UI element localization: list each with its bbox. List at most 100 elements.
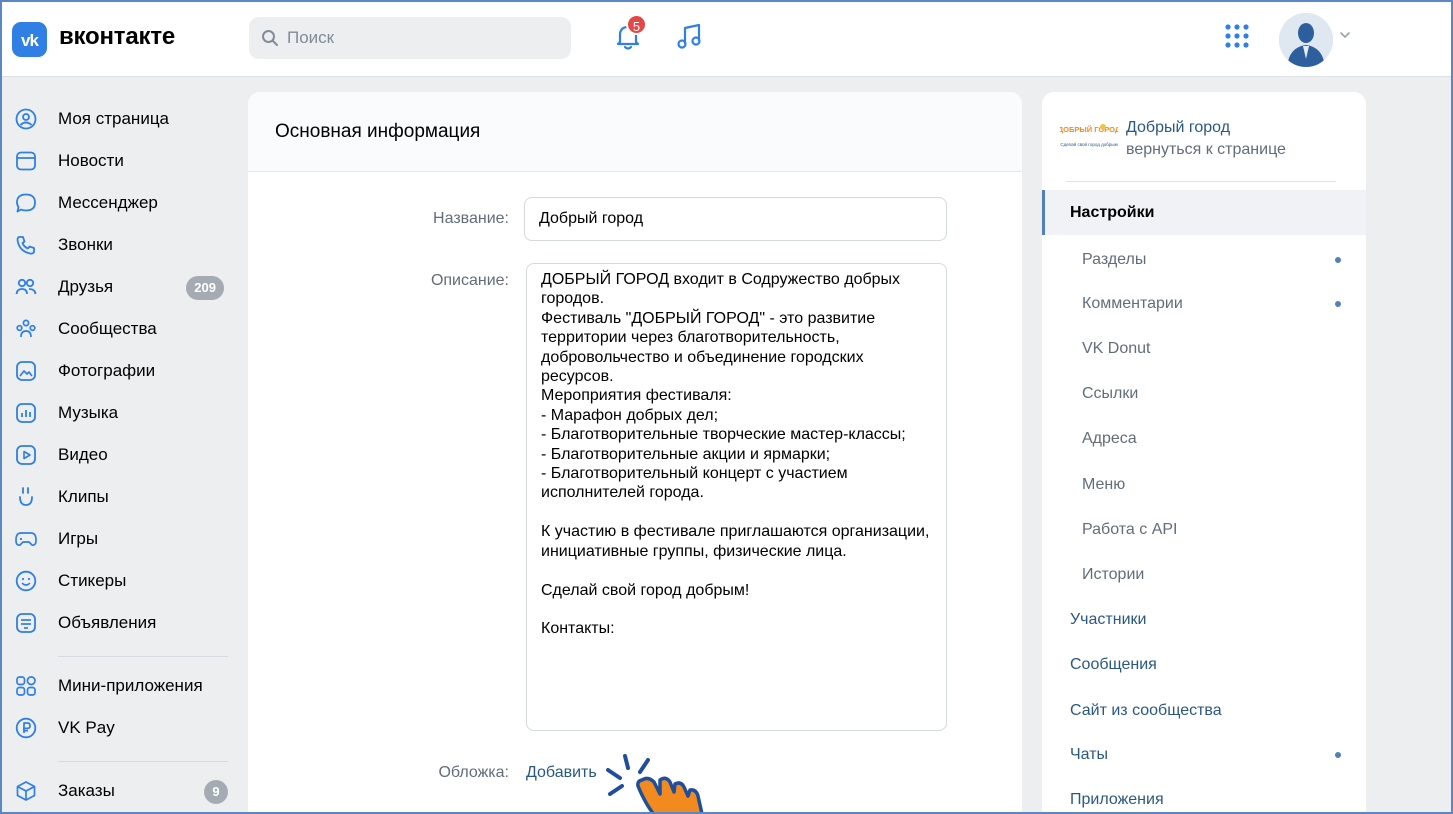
- user-avatar-icon: [1279, 13, 1333, 67]
- sticker-icon: [14, 569, 38, 593]
- settings-menu-item[interactable]: Истории: [1042, 552, 1366, 597]
- chevron-down-icon[interactable]: [1339, 30, 1351, 40]
- settings-menu-item[interactable]: Участники: [1042, 597, 1366, 642]
- sidebar-item-label: Звонки: [58, 235, 113, 254]
- sidebar-item-photos[interactable]: Фотографии: [14, 350, 234, 392]
- sidebar-item-clips[interactable]: Клипы: [14, 476, 234, 518]
- music-icon[interactable]: [674, 20, 706, 52]
- sidebar-item-label: Мессенджер: [58, 193, 158, 212]
- add-cover-link[interactable]: Добавить: [526, 764, 597, 782]
- settings-menu-label: Комментарии: [1082, 294, 1183, 312]
- news-icon: [14, 149, 38, 173]
- description-textarea[interactable]: ДОБРЫЙ ГОРОД входит в Содружество добрых…: [526, 263, 947, 731]
- settings-menu-item[interactable]: Работа с API: [1042, 507, 1366, 552]
- sidebar-item-mini-apps[interactable]: Мини-приложения: [14, 665, 234, 707]
- settings-menu-label: Сайт из сообщества: [1070, 701, 1222, 719]
- settings-menu-item[interactable]: Приложения: [1042, 777, 1366, 814]
- search-input[interactable]: [287, 17, 557, 59]
- community-name-link[interactable]: Добрый город: [1126, 119, 1230, 137]
- sidebar-item-label: Новости: [58, 151, 124, 170]
- cover-field-label: Обложка:: [438, 764, 509, 781]
- orders-count-badge: 9: [204, 780, 228, 804]
- sidebar-item-communities[interactable]: Сообщества: [14, 308, 234, 350]
- unread-dot-icon: [1335, 752, 1341, 758]
- settings-menu-item[interactable]: Сообщения: [1042, 642, 1366, 687]
- sidebar-item-label: Заказы: [58, 781, 115, 800]
- settings-menu-label: Адреса: [1082, 429, 1137, 447]
- settings-menu-item[interactable]: Разделы: [1042, 237, 1366, 282]
- panel-divider: [1066, 181, 1336, 182]
- message-icon: [14, 191, 38, 215]
- settings-menu-label: Чаты: [1070, 745, 1109, 763]
- back-to-page-link[interactable]: вернуться к странице: [1126, 141, 1286, 159]
- settings-menu-label: Разделы: [1082, 250, 1147, 268]
- settings-menu-item[interactable]: Ссылки: [1042, 371, 1366, 416]
- settings-menu-item[interactable]: Чаты: [1042, 732, 1366, 777]
- sidebar-item-label: Фотографии: [58, 361, 156, 380]
- sidebar-item-label: Клипы: [58, 487, 109, 506]
- community-settings-panel: ДОБРЫЙ ГОРОД Сделай свой город добрым До…: [1042, 92, 1366, 814]
- name-field-label: Название:: [433, 210, 509, 227]
- sidebar-item-friends[interactable]: Друзья 209: [14, 266, 234, 308]
- sidebar-item-video[interactable]: Видео: [14, 434, 234, 476]
- vk-logo-mark-icon: vk: [21, 31, 40, 50]
- search-box[interactable]: [249, 17, 571, 59]
- top-header: vk вконтакте 5: [0, 0, 1453, 77]
- settings-menu-item[interactable]: VK Donut: [1042, 326, 1366, 371]
- settings-menu-item[interactable]: Меню: [1042, 462, 1366, 507]
- mini-apps-icon: [14, 674, 38, 698]
- unread-dot-icon: [1335, 301, 1341, 307]
- sidebar-item-label: Игры: [58, 529, 99, 548]
- settings-menu-item[interactable]: Настройки: [1042, 190, 1366, 235]
- sidebar-item-label: Видео: [58, 445, 108, 464]
- sidebar-item-label: VK Pay: [58, 718, 115, 737]
- friends-icon: [14, 275, 38, 299]
- apps-grid-icon[interactable]: [1224, 23, 1250, 49]
- name-input[interactable]: [525, 198, 946, 240]
- unread-dot-icon: [1335, 257, 1341, 263]
- settings-menu-label: Настройки: [1070, 203, 1155, 221]
- community-logo[interactable]: ДОБРЫЙ ГОРОД Сделай свой город добрым: [1060, 118, 1118, 168]
- sidebar-item-ads[interactable]: Объявления: [14, 602, 234, 644]
- settings-menu-label: Приложения: [1070, 790, 1164, 808]
- sidebar-item-label: Музыка: [58, 403, 119, 422]
- sidebar-item-label: Объявления: [58, 613, 157, 632]
- sidebar-item-my-page[interactable]: Моя страница: [14, 98, 234, 140]
- sidebar-item-label: Моя страница: [58, 109, 170, 128]
- pointing-hand-icon: [606, 754, 704, 814]
- sidebar-item-music[interactable]: Музыка: [14, 392, 234, 434]
- page-title: Основная информация: [248, 92, 1022, 172]
- settings-menu-label: Сообщения: [1070, 655, 1157, 673]
- name-field[interactable]: [524, 197, 947, 241]
- communities-icon: [14, 317, 38, 341]
- description-field-label: Описание:: [430, 272, 509, 289]
- main-info-card: Основная информация Название: Описание: …: [248, 92, 1022, 814]
- site-logo-text[interactable]: вконтакте: [59, 22, 175, 52]
- vkpay-icon: [14, 716, 38, 740]
- sidebar-item-calls[interactable]: Звонки: [14, 224, 234, 266]
- svg-text:vk: vk: [21, 31, 39, 50]
- settings-menu-item[interactable]: Адреса: [1042, 416, 1366, 461]
- phone-icon: [14, 233, 38, 257]
- gamepad-icon: [14, 527, 38, 551]
- clips-icon: [14, 485, 38, 509]
- sidebar-item-games[interactable]: Игры: [14, 518, 234, 560]
- sidebar-item-vk-pay[interactable]: VK Pay: [14, 707, 234, 749]
- photo-icon: [14, 359, 38, 383]
- sidebar-item-label: Друзья: [58, 277, 114, 296]
- sidebar-item-label: Стикеры: [58, 571, 127, 590]
- sidebar-item-news[interactable]: Новости: [14, 140, 234, 182]
- box-icon: [14, 779, 38, 803]
- video-icon: [14, 443, 38, 467]
- vk-logo-icon[interactable]: vk: [12, 22, 47, 57]
- sidebar-item-messenger[interactable]: Мессенджер: [14, 182, 234, 224]
- left-sidebar: Моя страница Новости Мессенджер Звонки Д…: [14, 98, 234, 812]
- sidebar-item-orders[interactable]: Заказы 9: [14, 770, 234, 812]
- sidebar-item-stickers[interactable]: Стикеры: [14, 560, 234, 602]
- notifications-badge: 5: [626, 14, 647, 35]
- settings-menu-item[interactable]: Комментарии: [1042, 281, 1366, 326]
- community-logo-icon: ДОБРЫЙ ГОРОД Сделай свой город добрым: [1060, 124, 1118, 147]
- settings-menu-label: Участники: [1070, 610, 1147, 628]
- avatar[interactable]: [1279, 13, 1333, 67]
- settings-menu-item[interactable]: Сайт из сообщества: [1042, 688, 1366, 733]
